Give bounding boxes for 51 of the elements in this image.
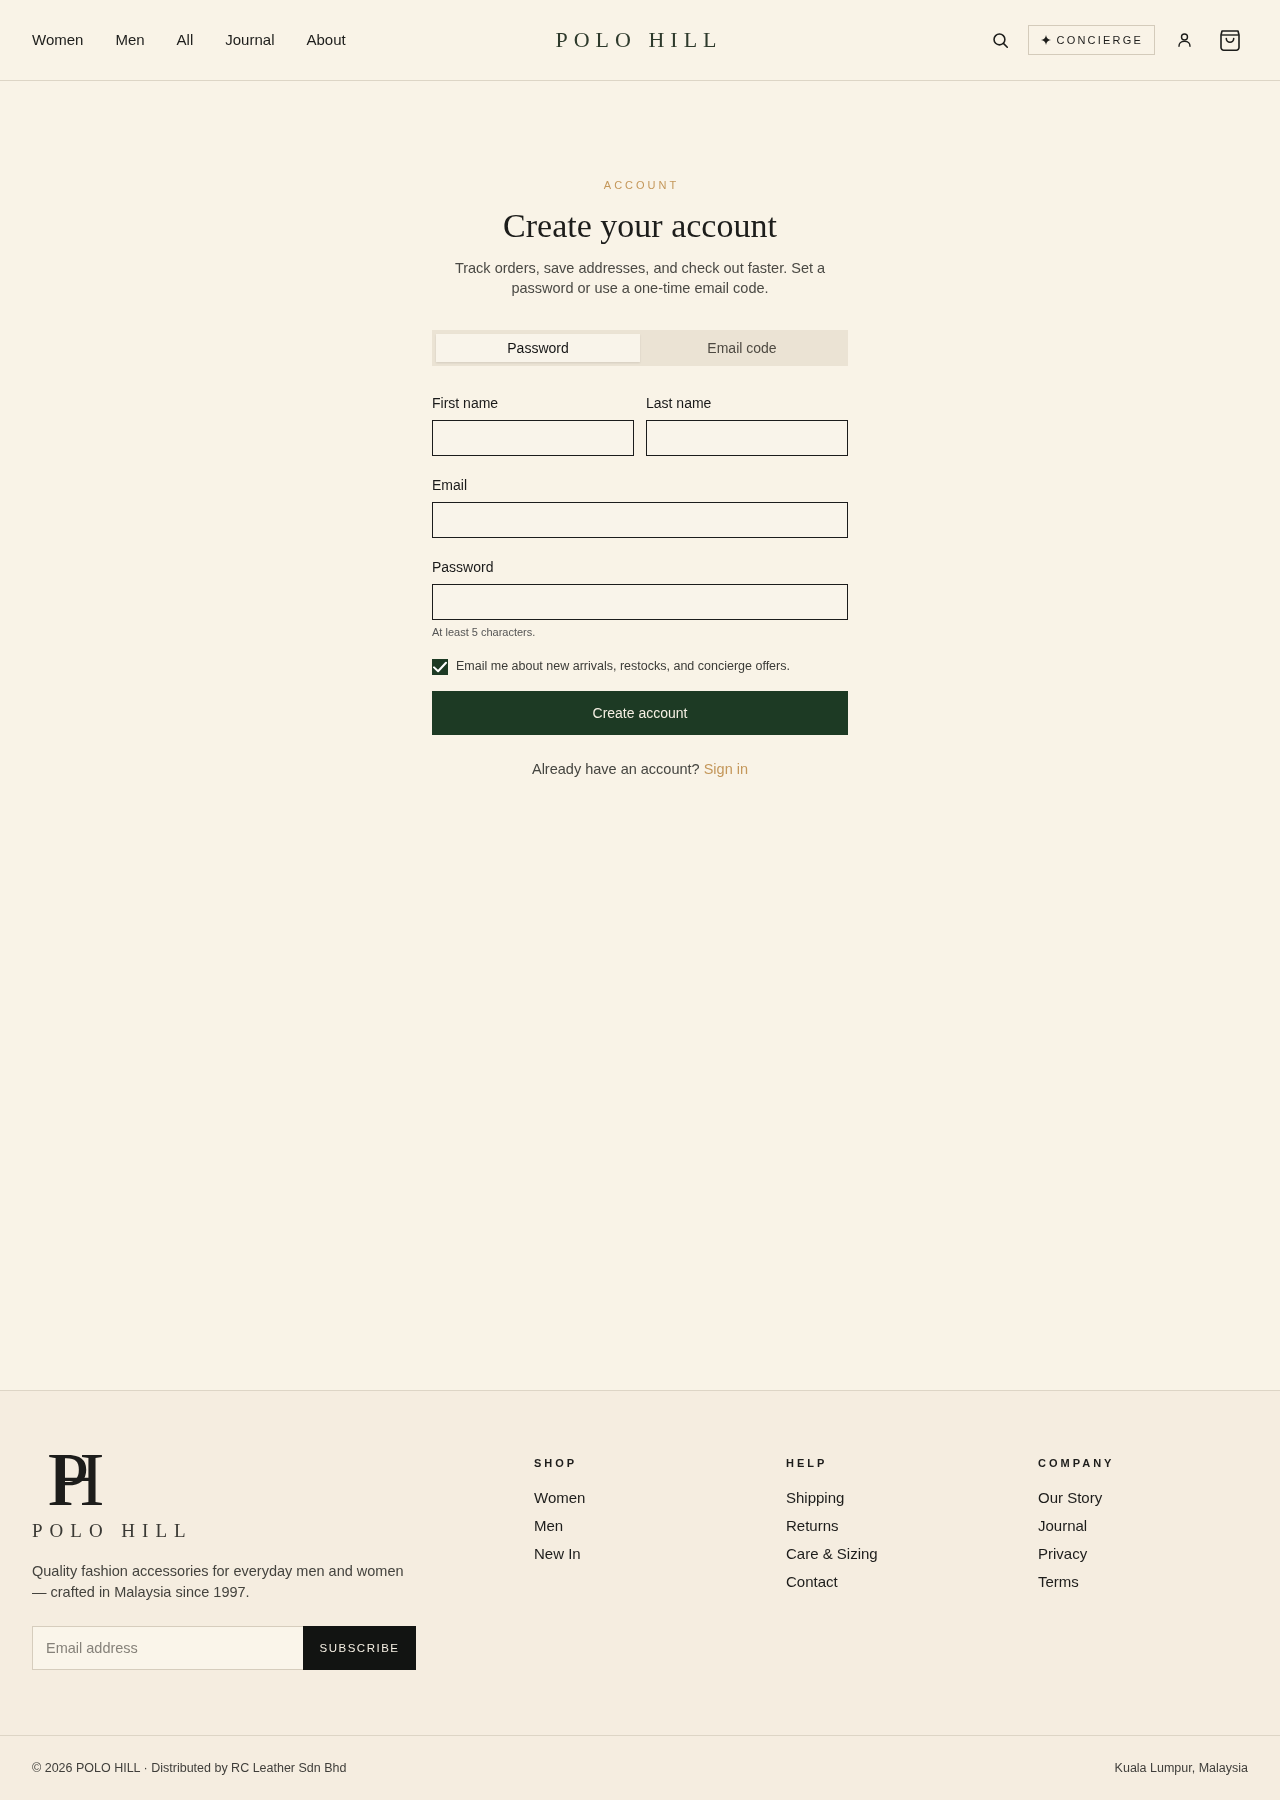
email-field[interactable]: Email address (32, 1626, 303, 1670)
footer-link[interactable]: Terms (1038, 1572, 1079, 1592)
footer-link[interactable]: New In (534, 1544, 581, 1564)
field-label: Last name (646, 394, 713, 412)
footer-link[interactable]: Shipping (786, 1488, 845, 1508)
column-heading: COMPANY (1038, 1456, 1115, 1470)
footer-link[interactable]: Journal (1038, 1516, 1088, 1536)
person-icon[interactable] (1178, 33, 1191, 47)
signin-prompt: Already have an account? Sign in (530, 760, 749, 779)
nav-link[interactable]: Women (32, 30, 84, 50)
field-label: First name (432, 394, 500, 412)
search-icon[interactable] (992, 32, 1008, 48)
footer-link[interactable]: Returns (786, 1516, 839, 1536)
footer-link[interactable]: Privacy (1038, 1544, 1088, 1564)
column-heading: HELP (786, 1456, 828, 1470)
field-label: Email (432, 476, 468, 494)
checkbox[interactable] (432, 659, 448, 675)
column-heading: SHOP (534, 1456, 578, 1470)
field-label: Password (432, 558, 495, 576)
concierge-button[interactable]: CONCIERGE (1027, 25, 1155, 55)
nav-link[interactable]: All (176, 30, 194, 50)
nav-link[interactable]: Journal (225, 30, 275, 50)
location-text: Kuala Lumpur, Malaysia (1114, 1760, 1248, 1776)
checkbox-label: Email me about new arrivals, restocks, and concierge offers. (456, 658, 790, 674)
sparkle-icon (1040, 35, 1051, 45)
brand-wordmark: POLO HILL (32, 1521, 193, 1541)
page-title: Create your account (502, 206, 778, 246)
input-field[interactable] (646, 420, 848, 456)
tab[interactable]: Email code (640, 334, 844, 362)
input-field[interactable] (432, 420, 634, 456)
footer-link[interactable]: Men (534, 1516, 564, 1536)
input-field[interactable] (432, 584, 848, 620)
create-account-button[interactable]: Create account (432, 691, 848, 735)
subscribe-button[interactable]: SUBSCRIBE (303, 1626, 416, 1670)
field-hint: At least 5 characters. (432, 625, 537, 639)
footer-link[interactable]: Contact (786, 1572, 838, 1592)
footer-link[interactable]: Care & Sizing (786, 1544, 878, 1564)
brand-monogram: PH (47, 1453, 105, 1505)
brand-tagline: Quality fashion accessories for everyday men and women — crafted in Malaysia since 1997. (32, 1562, 405, 1602)
nav-link[interactable]: About (306, 30, 346, 50)
footer-link[interactable]: Women (534, 1488, 586, 1508)
copyright-text: © 2026 POLO HILL · Distributed by RC Leather Sdn Bhd (32, 1760, 347, 1776)
page-intro: Track orders, save addresses, and check out faster. Set a password or use a one-time email code. (453, 259, 827, 298)
footer-link[interactable]: Our Story (1038, 1488, 1103, 1508)
section-eyebrow: ACCOUNT (602, 178, 681, 192)
shopping-bag-icon[interactable] (1220, 29, 1240, 51)
brand-logo[interactable]: POLO HILL (549, 27, 723, 53)
input-field[interactable] (432, 502, 848, 538)
nav-link[interactable]: Men (115, 30, 145, 50)
tab[interactable]: Password (436, 334, 640, 362)
tick-icon (433, 660, 447, 674)
